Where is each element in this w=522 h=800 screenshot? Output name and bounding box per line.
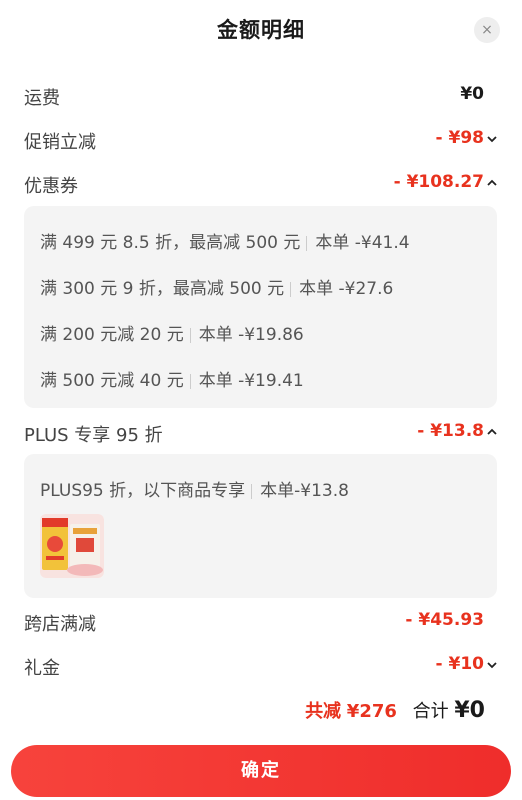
- coupon-rule: 满 200 元减 20 元: [40, 325, 184, 345]
- coupon-label: 优惠券: [24, 176, 78, 197]
- coupon-detail-panel: 满 499 元 8.5 折，最高减 500 元本单 -¥41.4 满 300 元…: [24, 206, 497, 408]
- coupon-detail-item: 满 500 元减 40 元本单 -¥19.41: [40, 366, 304, 391]
- coupon-rule: 满 500 元减 40 元: [40, 371, 184, 391]
- plus-amount: 本单-¥13.8: [260, 481, 349, 501]
- saved-value: ¥276: [346, 701, 397, 722]
- shipping-label: 运费: [24, 88, 60, 109]
- divider: [189, 373, 191, 389]
- sheet-header: 金额明细 ×: [0, 0, 522, 62]
- chevron-down-icon[interactable]: [485, 658, 499, 672]
- promo-row[interactable]: 促销立减 - ¥98: [12, 124, 510, 154]
- total-label: 合计: [412, 701, 449, 722]
- close-button[interactable]: ×: [474, 17, 500, 43]
- divider: [306, 235, 308, 251]
- product-image: [40, 514, 104, 578]
- coupon-detail-item: 满 499 元 8.5 折，最高减 500 元本单 -¥41.4: [40, 228, 410, 253]
- plus-label: PLUS 专享 95 折: [24, 425, 163, 446]
- order-summary: 共减 ¥276 合计 ¥0: [305, 697, 485, 723]
- promo-label: 促销立减: [24, 132, 96, 153]
- coupon-amount: 本单 -¥19.86: [198, 325, 304, 345]
- coupon-value: - ¥108.27: [393, 172, 484, 192]
- cross-store-value: - ¥45.93: [405, 610, 484, 630]
- amount-detail-list[interactable]: 运费 ¥0 促销立减 - ¥98 优惠券 - ¥108.27 满 499 元 8…: [12, 62, 510, 679]
- gift-value: - ¥10: [435, 654, 484, 674]
- coupon-rule: 满 300 元 9 折，最高减 500 元: [40, 279, 285, 299]
- coupon-row[interactable]: 优惠券 - ¥108.27: [12, 168, 510, 198]
- gift-row[interactable]: 礼金 - ¥10: [12, 650, 510, 679]
- chevron-up-icon[interactable]: [485, 425, 499, 439]
- footer-bar: 共减 ¥276 合计 ¥0 确定: [0, 679, 522, 800]
- total-value: ¥0: [454, 698, 485, 723]
- plus-row[interactable]: PLUS 专享 95 折 - ¥13.8: [12, 417, 510, 447]
- chevron-up-icon[interactable]: [485, 176, 499, 190]
- coupon-detail-item: 满 300 元 9 折，最高减 500 元本单 -¥27.6: [40, 274, 393, 299]
- saved-label: 共减: [305, 701, 342, 722]
- divider: [251, 483, 253, 499]
- shipping-value: ¥0: [460, 84, 484, 104]
- chevron-down-icon[interactable]: [485, 132, 499, 146]
- coupon-amount: 本单 -¥19.41: [198, 371, 304, 391]
- close-icon: ×: [481, 22, 493, 38]
- coupon-detail-item: 满 200 元减 20 元本单 -¥19.86: [40, 320, 304, 345]
- plus-rule: PLUS95 折，以下商品专享: [40, 481, 246, 501]
- cross-store-label: 跨店满减: [24, 614, 96, 635]
- cross-store-row: 跨店满减 - ¥45.93: [12, 606, 510, 636]
- coupon-amount: 本单 -¥41.4: [315, 233, 410, 253]
- product-thumbnail[interactable]: [40, 514, 104, 578]
- shipping-row: 运费 ¥0: [12, 80, 510, 110]
- confirm-button[interactable]: 确定: [11, 745, 511, 797]
- divider: [189, 327, 191, 343]
- coupon-rule: 满 499 元 8.5 折，最高减 500 元: [40, 233, 301, 253]
- divider: [290, 281, 292, 297]
- plus-detail-panel: PLUS95 折，以下商品专享 本单-¥13.8: [24, 454, 497, 598]
- promo-value: - ¥98: [435, 128, 484, 148]
- plus-value: - ¥13.8: [417, 421, 484, 441]
- coupon-amount: 本单 -¥27.6: [299, 279, 394, 299]
- gift-label: 礼金: [24, 658, 60, 679]
- plus-detail-item: PLUS95 折，以下商品专享 本单-¥13.8: [40, 476, 349, 501]
- page-title: 金额明细: [217, 18, 305, 42]
